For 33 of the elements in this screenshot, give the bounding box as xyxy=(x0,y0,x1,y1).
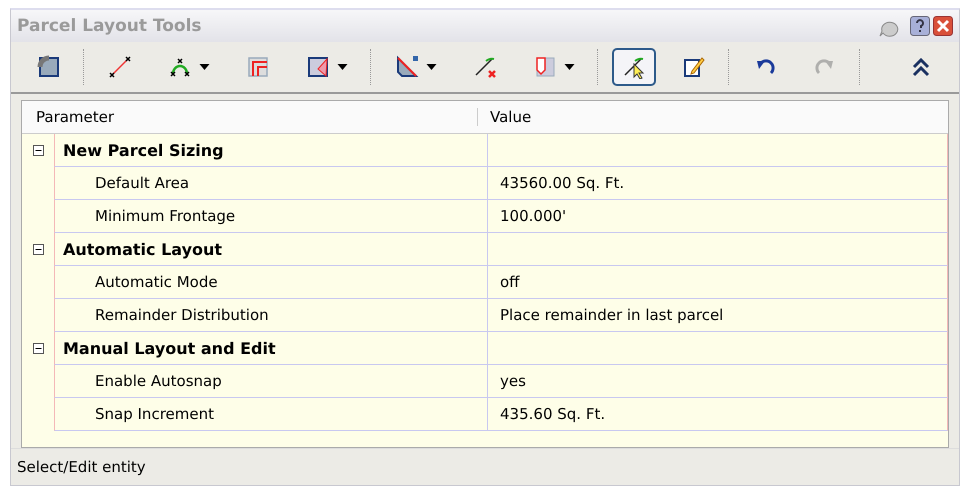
delete-line-icon xyxy=(473,55,497,79)
property-value[interactable]: 435.60 Sq. Ft. xyxy=(500,405,606,423)
parcel-icon xyxy=(395,55,419,79)
property-name: Remainder Distribution xyxy=(94,306,269,324)
property-name: Automatic Mode xyxy=(94,273,218,291)
help-icon[interactable] xyxy=(910,16,930,36)
toolbar-button[interactable] xyxy=(612,48,656,86)
select-cursor-icon xyxy=(622,55,646,79)
collapse-toggle-icon[interactable] xyxy=(32,145,44,156)
line-icon xyxy=(108,55,132,79)
property-value[interactable]: 43560.00 Sq. Ft. xyxy=(500,174,624,192)
property-value[interactable]: off xyxy=(500,273,520,291)
collapse-toggle-icon[interactable] xyxy=(32,343,44,354)
close-icon[interactable] xyxy=(933,16,953,36)
column-header[interactable]: Value xyxy=(478,108,532,126)
column-header[interactable]: Parameter xyxy=(22,108,478,126)
category-label: New Parcel Sizing xyxy=(62,140,224,160)
property-value[interactable]: yes xyxy=(500,372,526,390)
property-name: Snap Increment xyxy=(94,405,214,423)
collapse-toggle-icon[interactable] xyxy=(32,244,44,255)
property-name: Minimum Frontage xyxy=(94,207,236,225)
window-title: Parcel Layout Tools xyxy=(17,16,203,36)
parcel-icon xyxy=(246,55,270,79)
parcel-icon xyxy=(306,55,330,79)
property-value[interactable]: Place remainder in last parcel xyxy=(500,306,724,324)
property-name: Default Area xyxy=(94,174,190,192)
category-label: Manual Layout and Edit xyxy=(62,338,276,358)
parcel-icon xyxy=(37,55,61,79)
property-value[interactable]: 100.000' xyxy=(500,207,566,225)
edit-icon xyxy=(682,55,706,79)
category-label: Automatic Layout xyxy=(62,240,222,258)
status-text: Select/Edit entity xyxy=(17,458,146,476)
property-name: Enable Autosnap xyxy=(94,372,222,390)
